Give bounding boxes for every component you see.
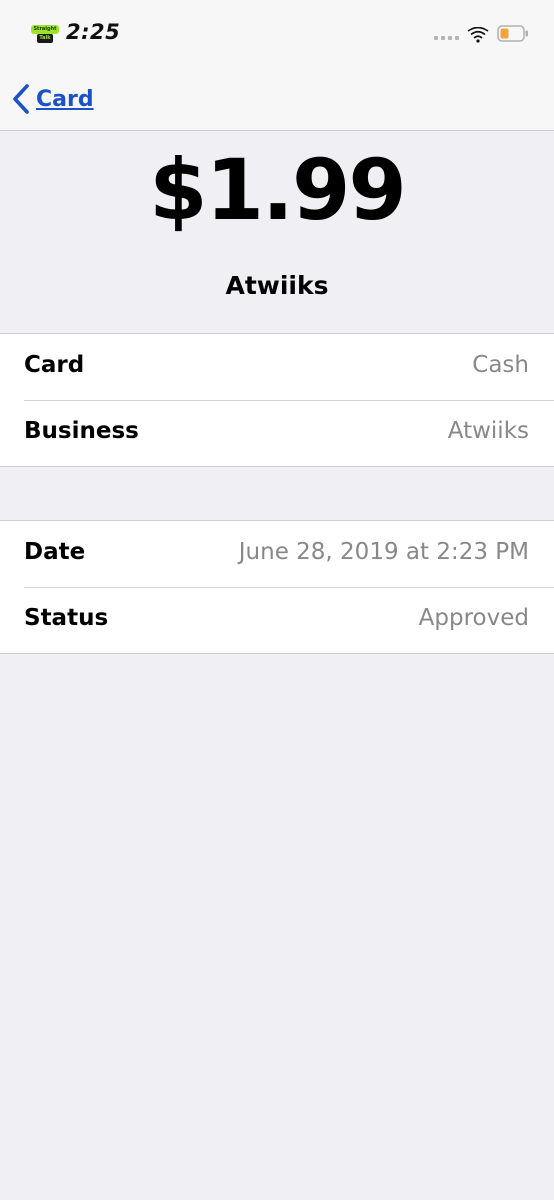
wifi-icon <box>467 27 489 43</box>
detail-row-business: Business Atwiiks <box>0 400 554 466</box>
detail-value: Approved <box>418 605 529 631</box>
detail-value: Atwiiks <box>447 418 529 444</box>
detail-label: Business <box>24 418 139 444</box>
detail-label: Date <box>24 539 86 565</box>
chevron-left-icon <box>13 84 29 114</box>
transaction-amount: $1.99 <box>149 141 407 239</box>
detail-value: Cash <box>472 352 529 378</box>
detail-row-status: Status Approved <box>0 587 554 653</box>
detail-row-date: Date June 28, 2019 at 2:23 PM <box>0 521 554 587</box>
detail-label: Status <box>24 605 109 631</box>
battery-low-icon <box>497 25 528 42</box>
carrier-logo: Straight Talk <box>31 25 59 44</box>
details-group-status: Date June 28, 2019 at 2:23 PM Status App… <box>0 520 554 654</box>
back-button[interactable]: Card <box>12 82 94 116</box>
navigation-bar: Card <box>0 66 554 131</box>
carrier-logo-top: Straight <box>31 25 59 34</box>
detail-row-card: Card Cash <box>0 334 554 400</box>
transaction-header: $1.99 Atwiiks <box>0 131 554 333</box>
status-time: 2:25 <box>66 20 121 44</box>
back-button-label: Card <box>36 86 94 112</box>
signal-dots-icon <box>434 36 459 40</box>
carrier-logo-bottom: Talk <box>37 34 53 43</box>
detail-label: Card <box>24 352 85 378</box>
detail-value: June 28, 2019 at 2:23 PM <box>238 539 529 565</box>
details-group-payment: Card Cash Business Atwiiks <box>0 333 554 467</box>
transaction-merchant: Atwiiks <box>225 271 329 300</box>
status-bar: Straight Talk 2:25 <box>0 0 554 66</box>
